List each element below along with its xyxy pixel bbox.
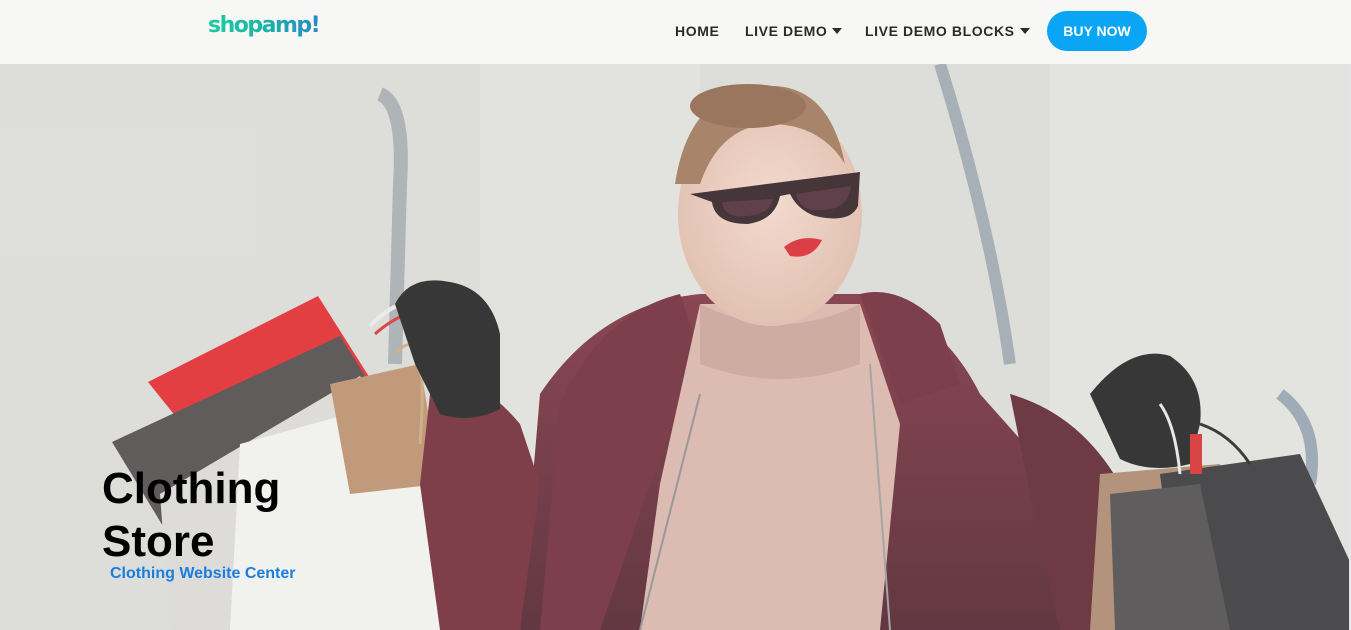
nav-home[interactable]: HOME <box>675 23 719 39</box>
hero-title: Clothing Store <box>102 464 281 566</box>
caret-down-icon <box>1019 28 1030 34</box>
nav-live-demo[interactable]: LIVE DEMO <box>745 23 843 39</box>
brand-logo[interactable]: shopamp! <box>208 13 321 38</box>
nav-live-demo-blocks-label: LIVE DEMO BLOCKS <box>865 23 1015 39</box>
buy-now-button[interactable]: BUY NOW <box>1047 11 1147 51</box>
hero-banner: Clothing Store Clothing Website Center <box>0 64 1351 630</box>
nav-home-label: HOME <box>675 23 720 39</box>
caret-down-icon <box>832 28 843 34</box>
nav-live-demo-label: LIVE DEMO <box>745 23 828 39</box>
nav-live-demo-blocks[interactable]: LIVE DEMO BLOCKS <box>865 23 1030 39</box>
hero-subtitle[interactable]: Clothing Website Center <box>110 565 296 583</box>
site-header: shopamp! HOME LIVE DEMO LIVE DEMO BLOCKS… <box>0 0 1351 64</box>
